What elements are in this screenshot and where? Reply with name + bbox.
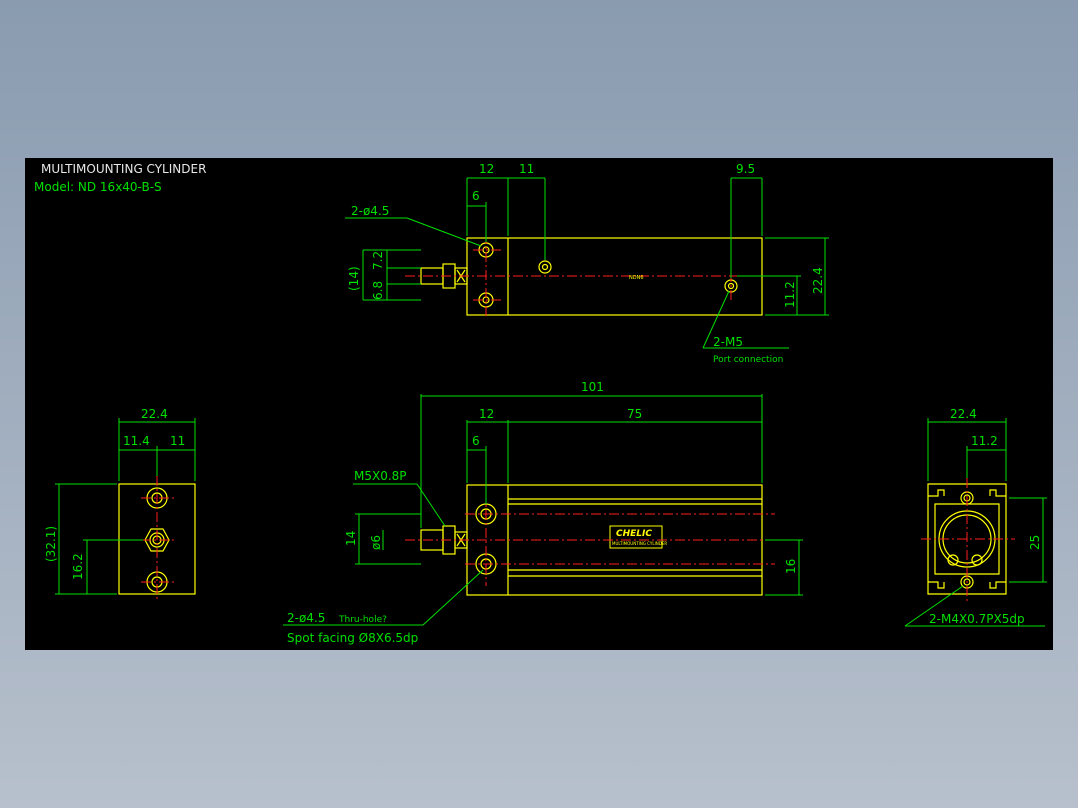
dim-top-11-2: 11.2 — [783, 281, 797, 308]
dim-right-25: 25 — [1028, 535, 1042, 550]
callout-front-hole: 2-ø4.5 — [287, 611, 325, 625]
spot-facing-note: Spot facing Ø8X6.5dp — [287, 631, 418, 645]
callout-top-hole: 2-ø4.5 — [351, 204, 389, 218]
dim-left-22-4: 22.4 — [141, 407, 168, 421]
port-connection-note: Port connection — [713, 355, 783, 365]
dim-front-101: 101 — [581, 380, 604, 394]
right-end-view: 22.4 11.2 25 2-M4X0.7PX5dp — [904, 407, 1047, 627]
dim-top-paren-14: (14) — [347, 266, 361, 291]
dim-front-75: 75 — [627, 407, 642, 421]
dim-left-11-4: 11.4 — [123, 434, 150, 448]
dim-front-14: 14 — [344, 531, 358, 546]
dim-left-32-1: (32.1) — [44, 526, 58, 562]
dim-top-22-4: 22.4 — [811, 267, 825, 294]
model-label: Model: ND 16x40-B-S — [34, 180, 162, 194]
callout-right-tap: 2-M4X0.7PX5dp — [929, 612, 1025, 626]
dim-front-16: 16 — [784, 559, 798, 574]
drawing-title: MULTIMOUNTING CYLINDER — [41, 162, 206, 176]
dim-front-6: 6 — [472, 434, 480, 448]
dim-left-16-2: 16.2 — [71, 553, 85, 580]
top-view: NDN6 12 11 6 9.5 (14) 6.8 7.2 22.4 11.2 — [345, 162, 829, 365]
dim-top-7-2: 7.2 — [371, 251, 385, 270]
dim-top-6: 6 — [472, 189, 480, 203]
dim-top-9-5: 9.5 — [736, 162, 755, 176]
dim-top-11: 11 — [519, 162, 534, 176]
dim-right-11-2: 11.2 — [971, 434, 998, 448]
thread-callout: M5X0.8P — [354, 469, 407, 483]
cad-drawing-canvas[interactable]: MULTIMOUNTING CYLINDER Model: ND 16x40-B… — [25, 158, 1053, 650]
svg-text:NDN6: NDN6 — [629, 275, 644, 281]
dim-front-12: 12 — [479, 407, 494, 421]
front-view: CHELIC MULTIMOUNTING CYLINDER 101 12 75 … — [283, 380, 803, 645]
dim-top-6-8: 6.8 — [371, 281, 385, 300]
badge-text: CHELIC — [616, 529, 652, 539]
dim-front-phi6: ø6 — [369, 535, 383, 550]
badge-subtext: MULTIMOUNTING CYLINDER — [612, 541, 667, 546]
dim-top-12: 12 — [479, 162, 494, 176]
callout-top-port: 2-M5 — [713, 335, 743, 349]
left-end-view: 22.4 11.4 11 (32.1) 16.2 — [44, 407, 196, 602]
top-port-1 — [538, 260, 552, 274]
cad-drawing: MULTIMOUNTING CYLINDER Model: ND 16x40-B… — [34, 162, 1047, 645]
dim-left-11: 11 — [170, 434, 185, 448]
dim-right-22-4: 22.4 — [950, 407, 977, 421]
thru-hole-note: Thru-hole? — [338, 615, 387, 625]
